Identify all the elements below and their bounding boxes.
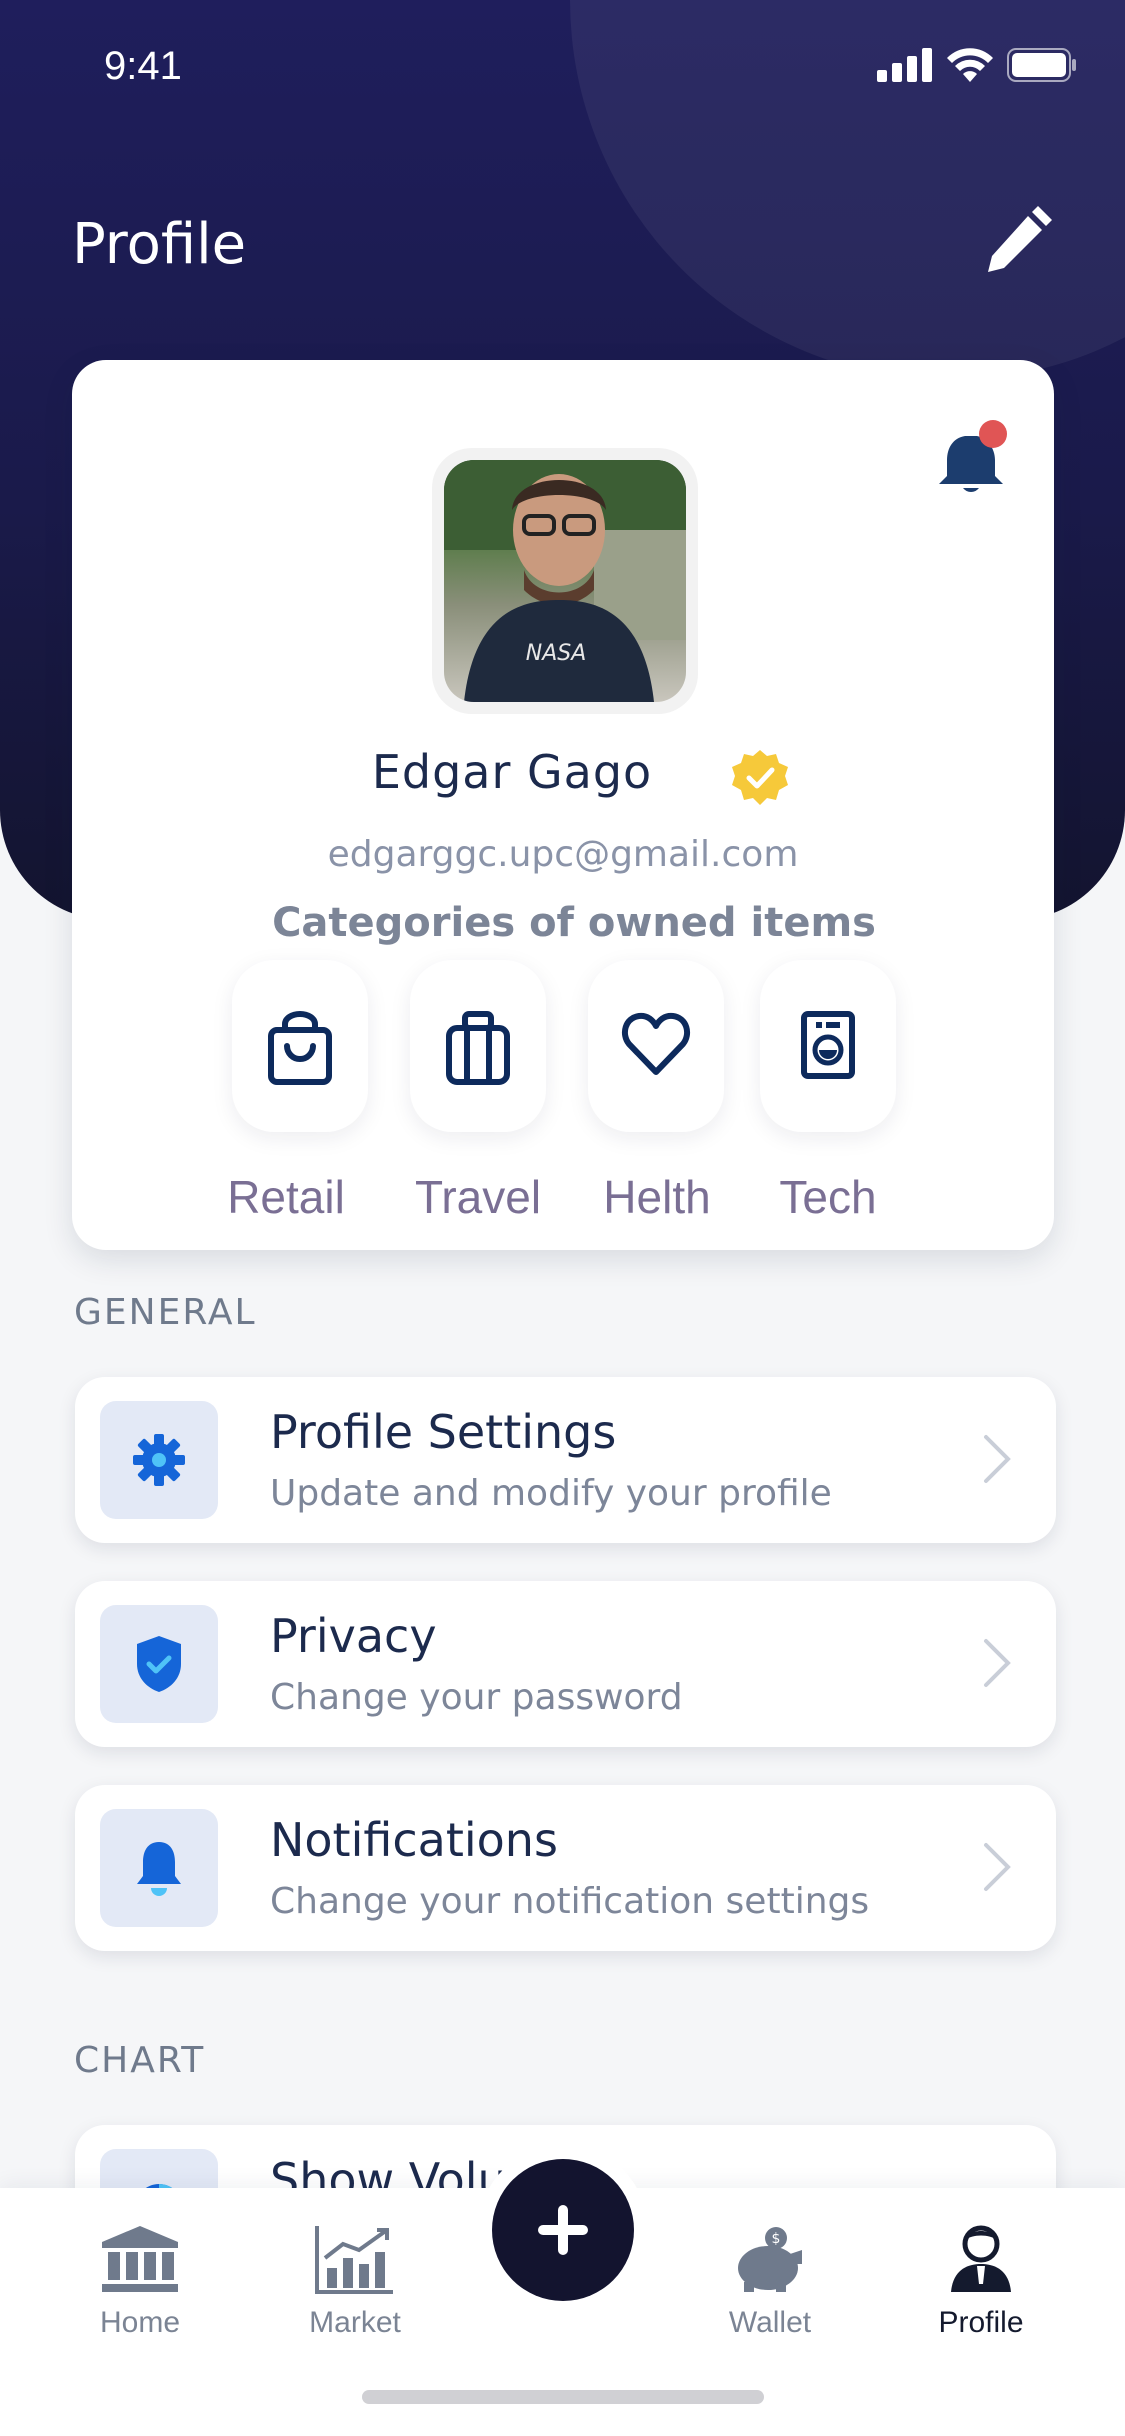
profile-card: NASA Edgar Gago edgarggc.upc@gmail.com C… [72,360,1054,1250]
category-label-travel: Travel [414,1171,542,1223]
categories-title: Categories of owned items [272,900,876,946]
section-label-chart: CHART [74,2040,206,2081]
status-time: 9:41 [104,44,182,88]
page-title: Profile [72,212,247,277]
nav-label-profile: Profile [938,2306,1024,2339]
bell-icon [939,420,1007,492]
chevron-right-icon [984,1843,1011,1891]
avatar[interactable]: NASA [432,448,698,714]
menu-item-title: Privacy [270,1609,437,1663]
status-icons [877,48,1077,82]
shopping-bag-icon [268,1011,332,1085]
category-travel-tile[interactable] [410,960,546,1132]
gear-icon [133,1434,185,1486]
suitcase-icon [446,1011,510,1085]
pencil-icon [988,206,1052,272]
section-label-general: GENERAL [74,1292,257,1333]
edit-button[interactable] [980,198,1060,278]
nav-label-home: Home [99,2306,181,2339]
category-label-tech: Tech [779,1171,877,1223]
nav-label-wallet: Wallet [728,2306,812,2339]
category-label-retail: Retail [227,1171,345,1223]
heart-icon [621,1012,691,1075]
user-icon [951,2225,1011,2292]
bell-icon [137,1842,181,1896]
shield-check-icon [137,1636,181,1692]
category-label-health: Helth [603,1171,711,1223]
svg-text:NASA: NASA [526,641,587,666]
washing-machine-icon [801,1011,855,1079]
piggy-bank-icon: $ [738,2227,802,2292]
add-button[interactable] [492,2159,634,2301]
svg-text:$: $ [772,2231,781,2247]
category-tech-tile[interactable] [760,960,896,1132]
chevron-right-icon [984,1435,1011,1483]
nav-item-market[interactable]: Market [270,2224,440,2340]
plus-icon [538,2205,588,2255]
menu-item-subtitle: Change your password [270,1677,683,1718]
wifi-icon [947,48,993,82]
nav-item-profile[interactable]: Profile [896,2224,1066,2340]
menu-item-subtitle: Update and modify your profile [270,1473,832,1514]
user-name: Edgar Gago [371,745,653,799]
menu-item-profile-settings[interactable]: Profile Settings Update and modify your … [75,1377,1056,1543]
menu-item-subtitle: Change your notification settings [270,1881,870,1922]
category-health-tile[interactable] [588,960,724,1132]
menu-item-privacy[interactable]: Privacy Change your password [75,1581,1056,1747]
menu-icon-box [100,1809,218,1927]
bar-chart-icon [315,2226,393,2294]
user-email: edgarggc.upc@gmail.com [327,834,799,875]
menu-icon-box [100,1401,218,1519]
battery-icon [1007,48,1076,82]
signal-icon [877,48,932,82]
menu-item-title: Profile Settings [270,1405,617,1459]
category-retail-tile[interactable] [232,960,368,1132]
menu-item-notifications[interactable]: Notifications Change your notification s… [75,1785,1056,1951]
chevron-right-icon [984,1639,1011,1687]
nav-item-wallet[interactable]: $ Wallet [685,2224,855,2340]
menu-item-title: Notifications [270,1813,558,1867]
avatar-photo: NASA [444,460,686,702]
verified-badge-icon [730,748,790,808]
nav-label-market: Market [309,2306,401,2339]
menu-icon-box [100,1605,218,1723]
home-indicator [362,2390,764,2404]
nav-item-home[interactable]: Home [55,2224,225,2340]
notification-bell-button[interactable] [927,412,1023,508]
bank-icon [102,2226,178,2292]
